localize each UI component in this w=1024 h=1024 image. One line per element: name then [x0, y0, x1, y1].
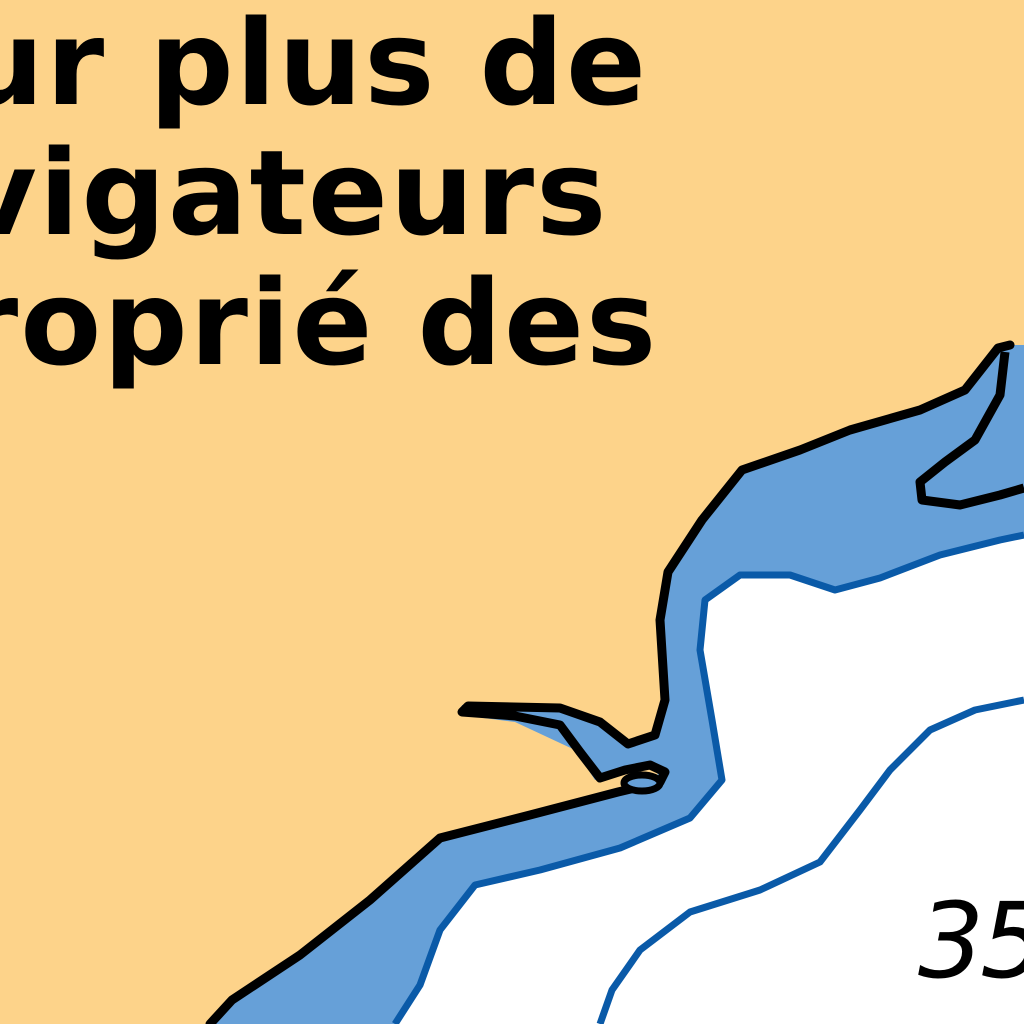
islet: [620, 771, 664, 795]
chart-note-line-1: ur plus de: [0, 0, 649, 132]
chart-note-line-3: roprié des: [0, 254, 659, 392]
depth-sounding-label: 35: [918, 880, 1024, 1002]
chart-note-line-2: vigateurs: [0, 124, 609, 262]
